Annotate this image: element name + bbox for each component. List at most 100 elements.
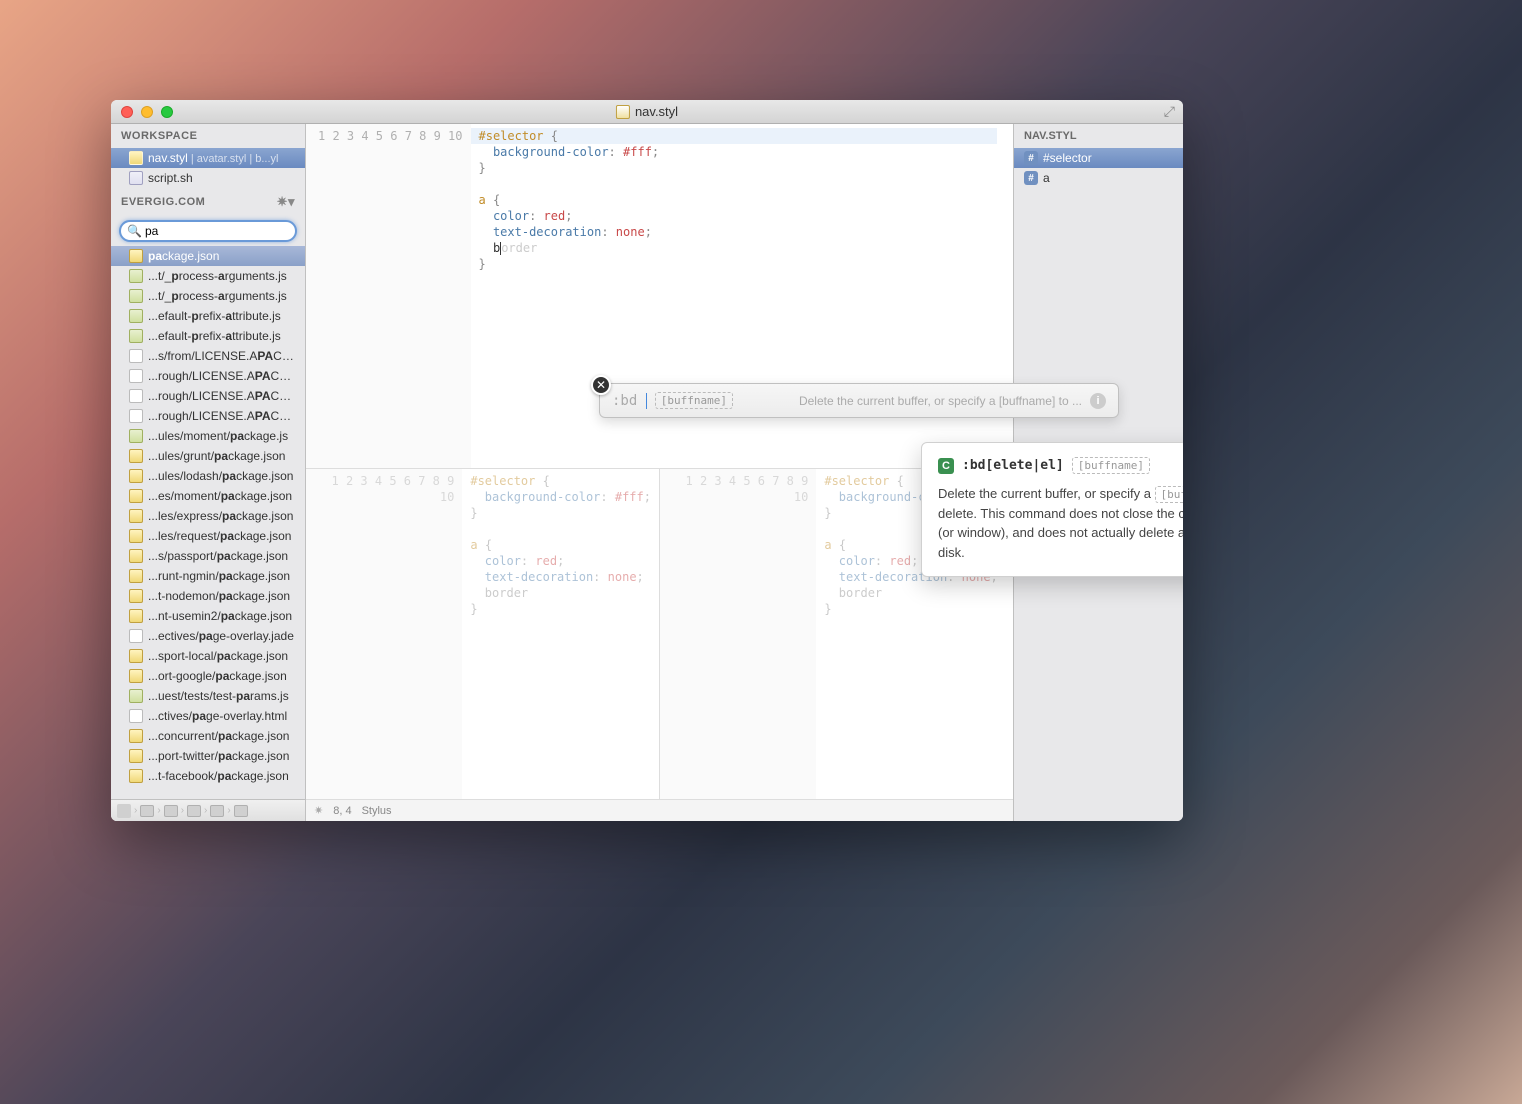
file-icon (129, 289, 143, 303)
status-bar: ✷ 8, 4 Stylus (306, 799, 1013, 821)
item-label: script.sh (148, 171, 193, 185)
hash-badge-icon: # (1024, 151, 1038, 165)
workspace-item[interactable]: nav.styl | avatar.styl | b...yl (111, 148, 305, 168)
language-mode[interactable]: Stylus (362, 805, 392, 817)
result-item[interactable]: ...sport-local/package.json (111, 646, 305, 666)
gear-icon[interactable]: ✷▾ (277, 194, 295, 210)
item-label: ...es/moment/package.json (148, 489, 292, 503)
traffic-lights (111, 106, 173, 118)
item-label: ...sport-local/package.json (148, 649, 288, 663)
folder-icon[interactable] (234, 805, 248, 817)
sidebar: WORKSPACE nav.styl | avatar.styl | b...y… (111, 124, 306, 821)
workspace-header: WORKSPACE (111, 124, 305, 148)
item-label: ...t/_process-arguments.js (148, 269, 287, 283)
file-icon (129, 249, 143, 263)
command-popup: ✕ :bd [buffname] Delete the current buff… (599, 383, 1119, 418)
file-icon (129, 709, 143, 723)
item-label: ...ort-google/package.json (148, 669, 287, 683)
file-icon (129, 369, 143, 383)
result-item[interactable]: ...rough/LICENSE.APACHE2 (111, 386, 305, 406)
result-item[interactable]: ...ctives/page-overlay.html (111, 706, 305, 726)
result-item[interactable]: ...efault-prefix-attribute.js (111, 326, 305, 346)
file-icon (129, 429, 143, 443)
command-badge-icon: C (938, 458, 954, 474)
gutter: 1 2 3 4 5 6 7 8 9 10 (660, 469, 816, 799)
folder-icon[interactable] (187, 805, 201, 817)
result-item[interactable]: ...ectives/page-overlay.jade (111, 626, 305, 646)
result-item[interactable]: ...s/from/LICENSE.APACHE2 (111, 346, 305, 366)
file-icon (129, 509, 143, 523)
item-label: ...runt-ngmin/package.json (148, 569, 290, 583)
file-icon (616, 105, 630, 119)
item-label: ...concurrent/package.json (148, 729, 289, 743)
tooltip-body: Delete the current buffer, or specify a … (938, 484, 1183, 562)
result-item[interactable]: ...es/moment/package.json (111, 486, 305, 506)
result-item[interactable]: ...les/request/package.json (111, 526, 305, 546)
folder-icon[interactable] (140, 805, 154, 817)
result-item[interactable]: ...runt-ngmin/package.json (111, 566, 305, 586)
code-area[interactable]: #selector { background-color: #fff; } a … (462, 469, 659, 799)
result-item[interactable]: ...nt-usemin2/package.json (111, 606, 305, 626)
file-icon (129, 151, 143, 165)
search-input[interactable] (119, 220, 297, 242)
file-icon (129, 609, 143, 623)
item-label: ...rough/LICENSE.APACHE2 (148, 389, 295, 403)
result-item[interactable]: ...uest/tests/test-params.js (111, 686, 305, 706)
workspace-item[interactable]: script.sh (111, 168, 305, 188)
file-icon (129, 689, 143, 703)
titlebar[interactable]: nav.styl ⤢ (111, 100, 1183, 124)
folder-icon[interactable] (210, 805, 224, 817)
file-icon (129, 549, 143, 563)
outline-item[interactable]: #a (1014, 168, 1183, 188)
home-icon[interactable] (117, 804, 131, 818)
file-icon (129, 529, 143, 543)
close-icon[interactable]: ✕ (591, 375, 611, 395)
maximize-button[interactable] (161, 106, 173, 118)
file-icon (129, 729, 143, 743)
minimize-button[interactable] (141, 106, 153, 118)
file-icon (129, 489, 143, 503)
editor-split: 1 2 3 4 5 6 7 8 9 10 #selector { backgro… (306, 469, 1013, 799)
result-item[interactable]: ...ules/lodash/package.json (111, 466, 305, 486)
command-bar[interactable]: :bd [buffname] Delete the current buffer… (599, 383, 1119, 418)
result-item[interactable]: ...ort-google/package.json (111, 666, 305, 686)
result-item[interactable]: ...rough/LICENSE.APACHE2 (111, 406, 305, 426)
folder-icon[interactable] (164, 805, 178, 817)
command-arg-hint: [buffname] (655, 392, 733, 409)
file-icon (129, 749, 143, 763)
file-icon (129, 269, 143, 283)
result-item[interactable]: ...ules/grunt/package.json (111, 446, 305, 466)
info-icon[interactable]: i (1090, 393, 1106, 409)
close-button[interactable] (121, 106, 133, 118)
result-item[interactable]: ...t/_process-arguments.js (111, 286, 305, 306)
result-item[interactable]: ...port-twitter/package.json (111, 746, 305, 766)
item-label: ...rough/LICENSE.APACHE2 (148, 409, 295, 423)
result-item[interactable]: ...t/_process-arguments.js (111, 266, 305, 286)
breadcrumb: › › › › › (111, 799, 305, 821)
result-item[interactable]: ...rough/LICENSE.APACHE2 (111, 366, 305, 386)
search-row: 🔍 (111, 216, 305, 246)
window-title-text: nav.styl (635, 104, 678, 119)
result-item[interactable]: package.json (111, 246, 305, 266)
result-item[interactable]: ...concurrent/package.json (111, 726, 305, 746)
item-label: ...les/express/package.json (148, 509, 293, 523)
command-tooltip: C :bd[elete|el] [buffname] Delete the cu… (921, 442, 1183, 577)
result-item[interactable]: ...ules/moment/package.js (111, 426, 305, 446)
project-header: EVERGIG.COM ✷▾ (111, 188, 305, 216)
file-icon (129, 629, 143, 643)
file-icon (129, 649, 143, 663)
app-window: nav.styl ⤢ WORKSPACE nav.styl | avatar.s… (111, 100, 1183, 821)
result-item[interactable]: ...les/express/package.json (111, 506, 305, 526)
editor: 1 2 3 4 5 6 7 8 9 10 #selector { backgro… (306, 124, 1013, 821)
gear-icon[interactable]: ✷ (314, 804, 323, 817)
item-label: nav.styl | avatar.styl | b...yl (148, 151, 279, 165)
item-label: ...nt-usemin2/package.json (148, 609, 292, 623)
result-item[interactable]: ...s/passport/package.json (111, 546, 305, 566)
outline-item[interactable]: ##selector (1014, 148, 1183, 168)
result-item[interactable]: ...t-facebook/package.json (111, 766, 305, 786)
item-label: ...s/passport/package.json (148, 549, 288, 563)
editor-pane-bl[interactable]: 1 2 3 4 5 6 7 8 9 10 #selector { backgro… (306, 469, 659, 799)
expand-icon[interactable]: ⤢ (1164, 103, 1175, 120)
result-item[interactable]: ...efault-prefix-attribute.js (111, 306, 305, 326)
result-item[interactable]: ...t-nodemon/package.json (111, 586, 305, 606)
